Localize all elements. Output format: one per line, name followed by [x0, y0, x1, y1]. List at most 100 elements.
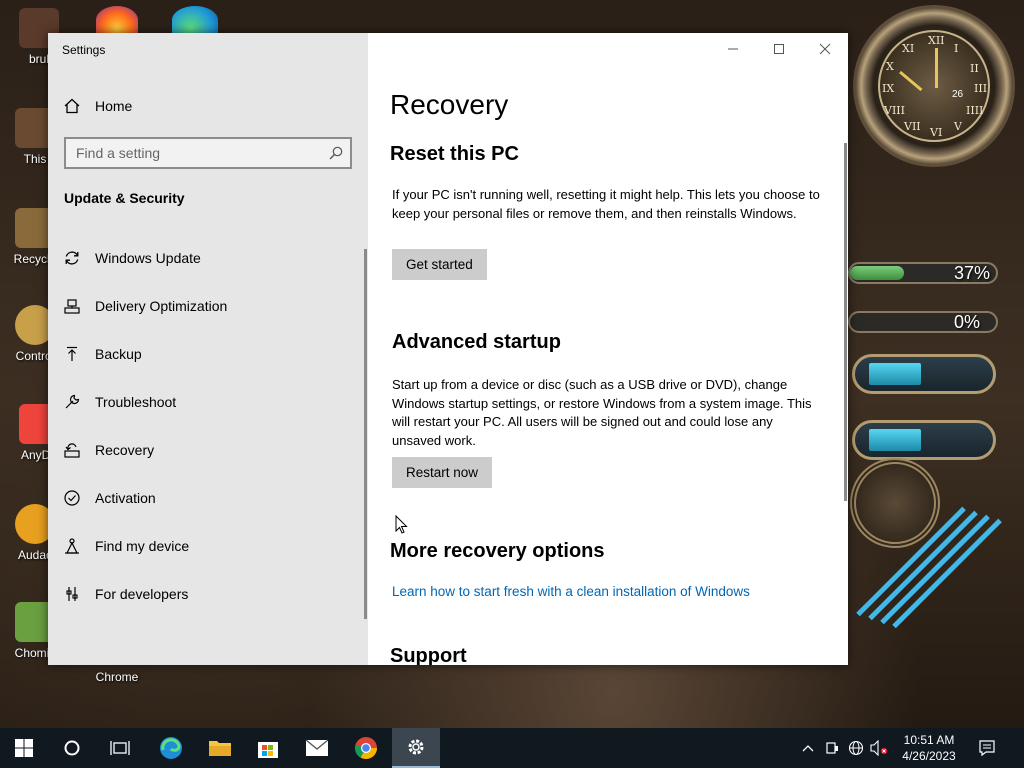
clock-numeral: II — [970, 62, 979, 75]
settings-icon — [408, 739, 424, 755]
task-view-button[interactable] — [96, 728, 144, 768]
taskbar-mail[interactable] — [293, 728, 341, 768]
taskbar-chrome[interactable] — [342, 728, 390, 768]
cpu-meter-fill — [850, 266, 905, 280]
more-recovery-options-heading: More recovery options — [390, 540, 605, 562]
close-button[interactable] — [802, 33, 848, 65]
clock-numeral: XII — [928, 34, 945, 47]
clock-numeral: VII — [904, 120, 921, 133]
chevron-up-icon — [802, 745, 814, 752]
network-button[interactable] — [845, 728, 867, 768]
cortana-icon — [64, 740, 80, 756]
close-icon — [819, 43, 831, 55]
reset-pc-heading: Reset this PC — [390, 143, 519, 165]
nav-item-label: Backup — [95, 346, 142, 362]
recovery-icon — [62, 440, 82, 460]
clock-numeral: IX — [882, 82, 895, 95]
nav-item-label: Recovery — [95, 442, 155, 458]
find-setting-search[interactable] — [64, 137, 352, 169]
clock-numeral: VIII — [884, 104, 905, 117]
edge-icon[interactable] — [172, 6, 218, 34]
clock-numeral: IIII — [966, 104, 984, 117]
get-started-button[interactable]: Get started — [392, 249, 487, 280]
clean-install-link[interactable]: Learn how to start fresh with a clean in… — [392, 584, 750, 599]
taskbar-clock[interactable]: 10:51 AM 4/26/2023 — [884, 732, 974, 764]
globe-icon — [848, 740, 864, 756]
task-view-icon — [110, 741, 130, 755]
desktop-icon-label: Audac — [17, 548, 53, 562]
action-center-button[interactable] — [974, 728, 1000, 768]
store-icon — [258, 742, 278, 758]
window-title: Settings — [62, 43, 106, 57]
nav-home-label: Home — [95, 98, 133, 114]
mouse-cursor-icon — [395, 515, 408, 534]
refresh-icon — [62, 248, 82, 268]
nav-item-recovery[interactable]: Recovery — [62, 436, 352, 464]
gear-decoration — [850, 458, 940, 548]
clock-numeral: XI — [902, 42, 915, 55]
clock-numeral: III — [974, 82, 988, 95]
clock-date: 26 — [952, 89, 964, 100]
reset-pc-description: If your PC isn't running well, resetting… — [392, 187, 820, 221]
nav-item-label: Delivery Optimization — [95, 298, 228, 314]
nav-item-find-my-device[interactable]: Find my device — [62, 532, 352, 560]
taskbar: 10:51 AM 4/26/2023 — [0, 728, 1024, 768]
clock-numeral: VI — [930, 126, 943, 139]
taskbar-time: 10:51 AM — [903, 733, 955, 747]
minimize-button[interactable] — [710, 33, 756, 65]
cortana-button[interactable] — [48, 728, 96, 768]
nav-item-label: Troubleshoot — [95, 394, 177, 410]
settings-content-pane: Recovery Reset this PC If your PC isn't … — [368, 33, 848, 665]
nav-item-windows-update[interactable]: Windows Update — [62, 244, 352, 272]
settings-window: Settings Home Update & Security Windows … — [48, 33, 848, 665]
device-icon — [826, 742, 838, 754]
mail-icon — [305, 739, 329, 756]
hour-hand — [899, 70, 923, 92]
edge-icon — [160, 737, 182, 759]
search-input[interactable] — [66, 139, 316, 167]
desktop-icon-label: brul — [28, 52, 49, 66]
find-device-icon — [62, 536, 82, 556]
drive-gauge — [852, 420, 996, 460]
clock-numeral: V — [954, 120, 962, 133]
clock-gadget: XII I II III IIII V VI VII VIII IX X XI … — [853, 5, 1015, 167]
notification-icon — [979, 740, 995, 757]
nav-item-label: Activation — [95, 490, 156, 506]
content-scrollbar[interactable] — [844, 143, 847, 501]
nav-item-for-developers[interactable]: For developers — [62, 580, 352, 608]
delivery-optimization-icon — [62, 296, 82, 316]
maximize-icon — [774, 44, 784, 54]
backup-arrow-icon — [62, 344, 82, 364]
taskbar-store[interactable] — [244, 728, 292, 768]
desktop-icon-chrome[interactable]: Chrome — [82, 670, 152, 684]
settings-nav-pane: Settings Home Update & Security Windows … — [48, 33, 368, 665]
cpu-meter-label: 37% — [954, 263, 991, 283]
show-hidden-icons-button[interactable] — [798, 728, 818, 768]
support-heading: Support — [390, 645, 467, 665]
restart-now-button[interactable]: Restart now — [392, 457, 493, 488]
maximize-button[interactable] — [756, 33, 802, 65]
taskbar-settings[interactable] — [392, 728, 440, 768]
window-controls — [710, 33, 848, 65]
drive-gauge-fill — [869, 429, 921, 451]
nav-item-activation[interactable]: Activation — [62, 484, 352, 512]
firefox-icon[interactable] — [96, 6, 138, 34]
section-header: Update & Security — [64, 190, 185, 206]
minute-hand — [935, 48, 938, 88]
nav-item-backup[interactable]: Backup — [62, 340, 352, 368]
taskbar-file-explorer[interactable] — [196, 728, 244, 768]
tray-device-icon-button[interactable] — [822, 728, 842, 768]
chrome-icon — [355, 737, 377, 759]
nav-home[interactable]: Home — [62, 95, 132, 117]
developer-tools-icon — [62, 584, 82, 604]
wrench-icon — [62, 392, 82, 412]
start-button[interactable] — [0, 728, 48, 768]
nav-item-delivery-optimization[interactable]: Delivery Optimization — [62, 292, 352, 320]
taskbar-edge[interactable] — [147, 728, 195, 768]
desktop-icon-label: Chrome — [95, 670, 139, 684]
nav-item-label: Find my device — [95, 538, 190, 554]
clock-numeral: X — [886, 60, 894, 73]
nav-scrollbar[interactable] — [364, 249, 367, 619]
nav-item-troubleshoot[interactable]: Troubleshoot — [62, 388, 352, 416]
search-icon[interactable] — [328, 145, 344, 161]
